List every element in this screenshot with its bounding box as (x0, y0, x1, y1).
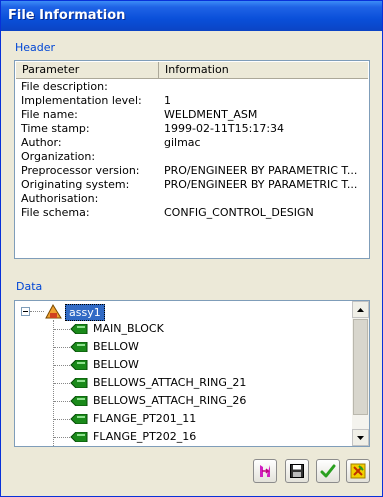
parameter-cell: Author: (21, 136, 62, 149)
title-bar[interactable]: File Information (1, 1, 382, 31)
header-table-row[interactable]: File description: (21, 80, 366, 94)
parameter-cell: Originating system: (21, 178, 130, 191)
assembly-icon (45, 304, 62, 319)
part-icon (70, 396, 88, 406)
header-table-row[interactable]: Preprocessor version: PRO/ENGINEER BY PAR… (21, 164, 366, 178)
header-table-row[interactable]: Originating system: PRO/ENGINEER BY PARAM… (21, 178, 366, 192)
parameter-cell: File description: (21, 80, 108, 93)
tree-connector (54, 347, 70, 348)
information-cell: PRO/ENGINEER BY PARAMETRIC T... (164, 178, 358, 191)
scroll-down-button[interactable] (352, 429, 369, 446)
parameter-cell: File schema: (21, 206, 90, 219)
vertical-scrollbar[interactable] (352, 301, 369, 446)
tree-connector (54, 437, 70, 438)
header-table-row[interactable]: File name: WELDMENT_ASM (21, 108, 366, 122)
column-header-information[interactable]: Information (159, 62, 368, 78)
header-table-row[interactable]: Author: gilmac (21, 136, 366, 150)
parameter-cell: Preprocessor version: (21, 164, 140, 177)
tree-item-label: FLANGE_PT202_16 (93, 430, 197, 443)
part-icon (70, 378, 88, 388)
window-title: File Information (8, 8, 126, 23)
data-group-label: Data (16, 280, 43, 293)
tree-item-label: MAIN_BLOCK (93, 322, 164, 335)
tree-item-label: FLANGE_PT201_11 (93, 412, 197, 425)
save-button[interactable] (285, 459, 309, 483)
header-table-body: File description: Implementation level: 1 F… (21, 80, 366, 220)
tree-item-label: BELLOW (93, 358, 139, 371)
scrollbar-thumb[interactable] (353, 319, 368, 415)
data-tree[interactable]: assy1 MAIN_BLOCK BELLOW BELLOW BELLOWS_ATTA… (14, 300, 370, 447)
parameter-cell: File name: (21, 108, 78, 121)
part-icon (70, 324, 88, 334)
part-icon (70, 432, 88, 442)
parameter-cell: Authorisation: (21, 192, 99, 205)
tree-root-assy1[interactable]: assy1 (65, 304, 105, 321)
part-icon (70, 414, 88, 424)
information-cell: WELDMENT_ASM (164, 108, 258, 121)
header-table-columns: Parameter Information (16, 62, 368, 79)
tree-item-label: BELLOWS_ATTACH_RING_26 (93, 394, 247, 407)
header-table-row[interactable]: Time stamp: 1999-02-11T15:17:34 (21, 122, 366, 136)
part-icon (70, 360, 88, 370)
ok-button[interactable] (316, 459, 340, 483)
header-group-label: Header (15, 41, 56, 54)
floppy-disk-icon (290, 464, 304, 478)
header-table-row[interactable]: Organization: (21, 150, 366, 164)
part-icon (70, 342, 88, 352)
arrow-down-icon (357, 435, 364, 440)
arrow-up-icon (357, 307, 364, 312)
tree-content: assy1 MAIN_BLOCK BELLOW BELLOW BELLOWS_ATTA… (15, 301, 351, 446)
header-table-row[interactable]: Authorisation: (21, 192, 366, 206)
tree-item-label: BELLOWS_ATTACH_RING_21 (93, 376, 247, 389)
parameter-cell: Time stamp: (21, 122, 90, 135)
convert-button[interactable] (253, 459, 277, 483)
parameter-cell: Organization: (21, 150, 96, 163)
scroll-up-button[interactable] (352, 301, 369, 318)
tree-connector (54, 329, 70, 330)
information-cell: gilmac (164, 136, 201, 149)
cancel-icon (350, 463, 366, 479)
information-cell: 1 (164, 94, 171, 107)
tree-connector (54, 419, 70, 420)
information-cell: PRO/ENGINEER BY PARAMETRIC T... (164, 164, 358, 177)
tree-item-label: BELLOW (93, 340, 139, 353)
tree-connector (30, 311, 44, 312)
header-table-row[interactable]: File schema: CONFIG_CONTROL_DESIGN (21, 206, 366, 220)
checkmark-icon (320, 464, 336, 478)
information-cell: CONFIG_CONTROL_DESIGN (164, 206, 314, 219)
tree-expand-toggle[interactable] (21, 307, 30, 316)
header-table-row[interactable]: Implementation level: 1 (21, 94, 366, 108)
tree-connector (54, 365, 70, 366)
header-table[interactable]: Parameter Information File description: I… (14, 60, 370, 259)
parameter-cell: Implementation level: (21, 94, 142, 107)
column-header-parameter[interactable]: Parameter (16, 62, 159, 78)
cancel-button[interactable] (346, 459, 370, 483)
convert-icon (260, 465, 270, 477)
tree-connector (54, 401, 70, 402)
information-cell: 1999-02-11T15:17:34 (164, 122, 285, 135)
file-information-window: File Information Header Parameter Inform… (0, 0, 383, 497)
tree-connector (54, 383, 70, 384)
